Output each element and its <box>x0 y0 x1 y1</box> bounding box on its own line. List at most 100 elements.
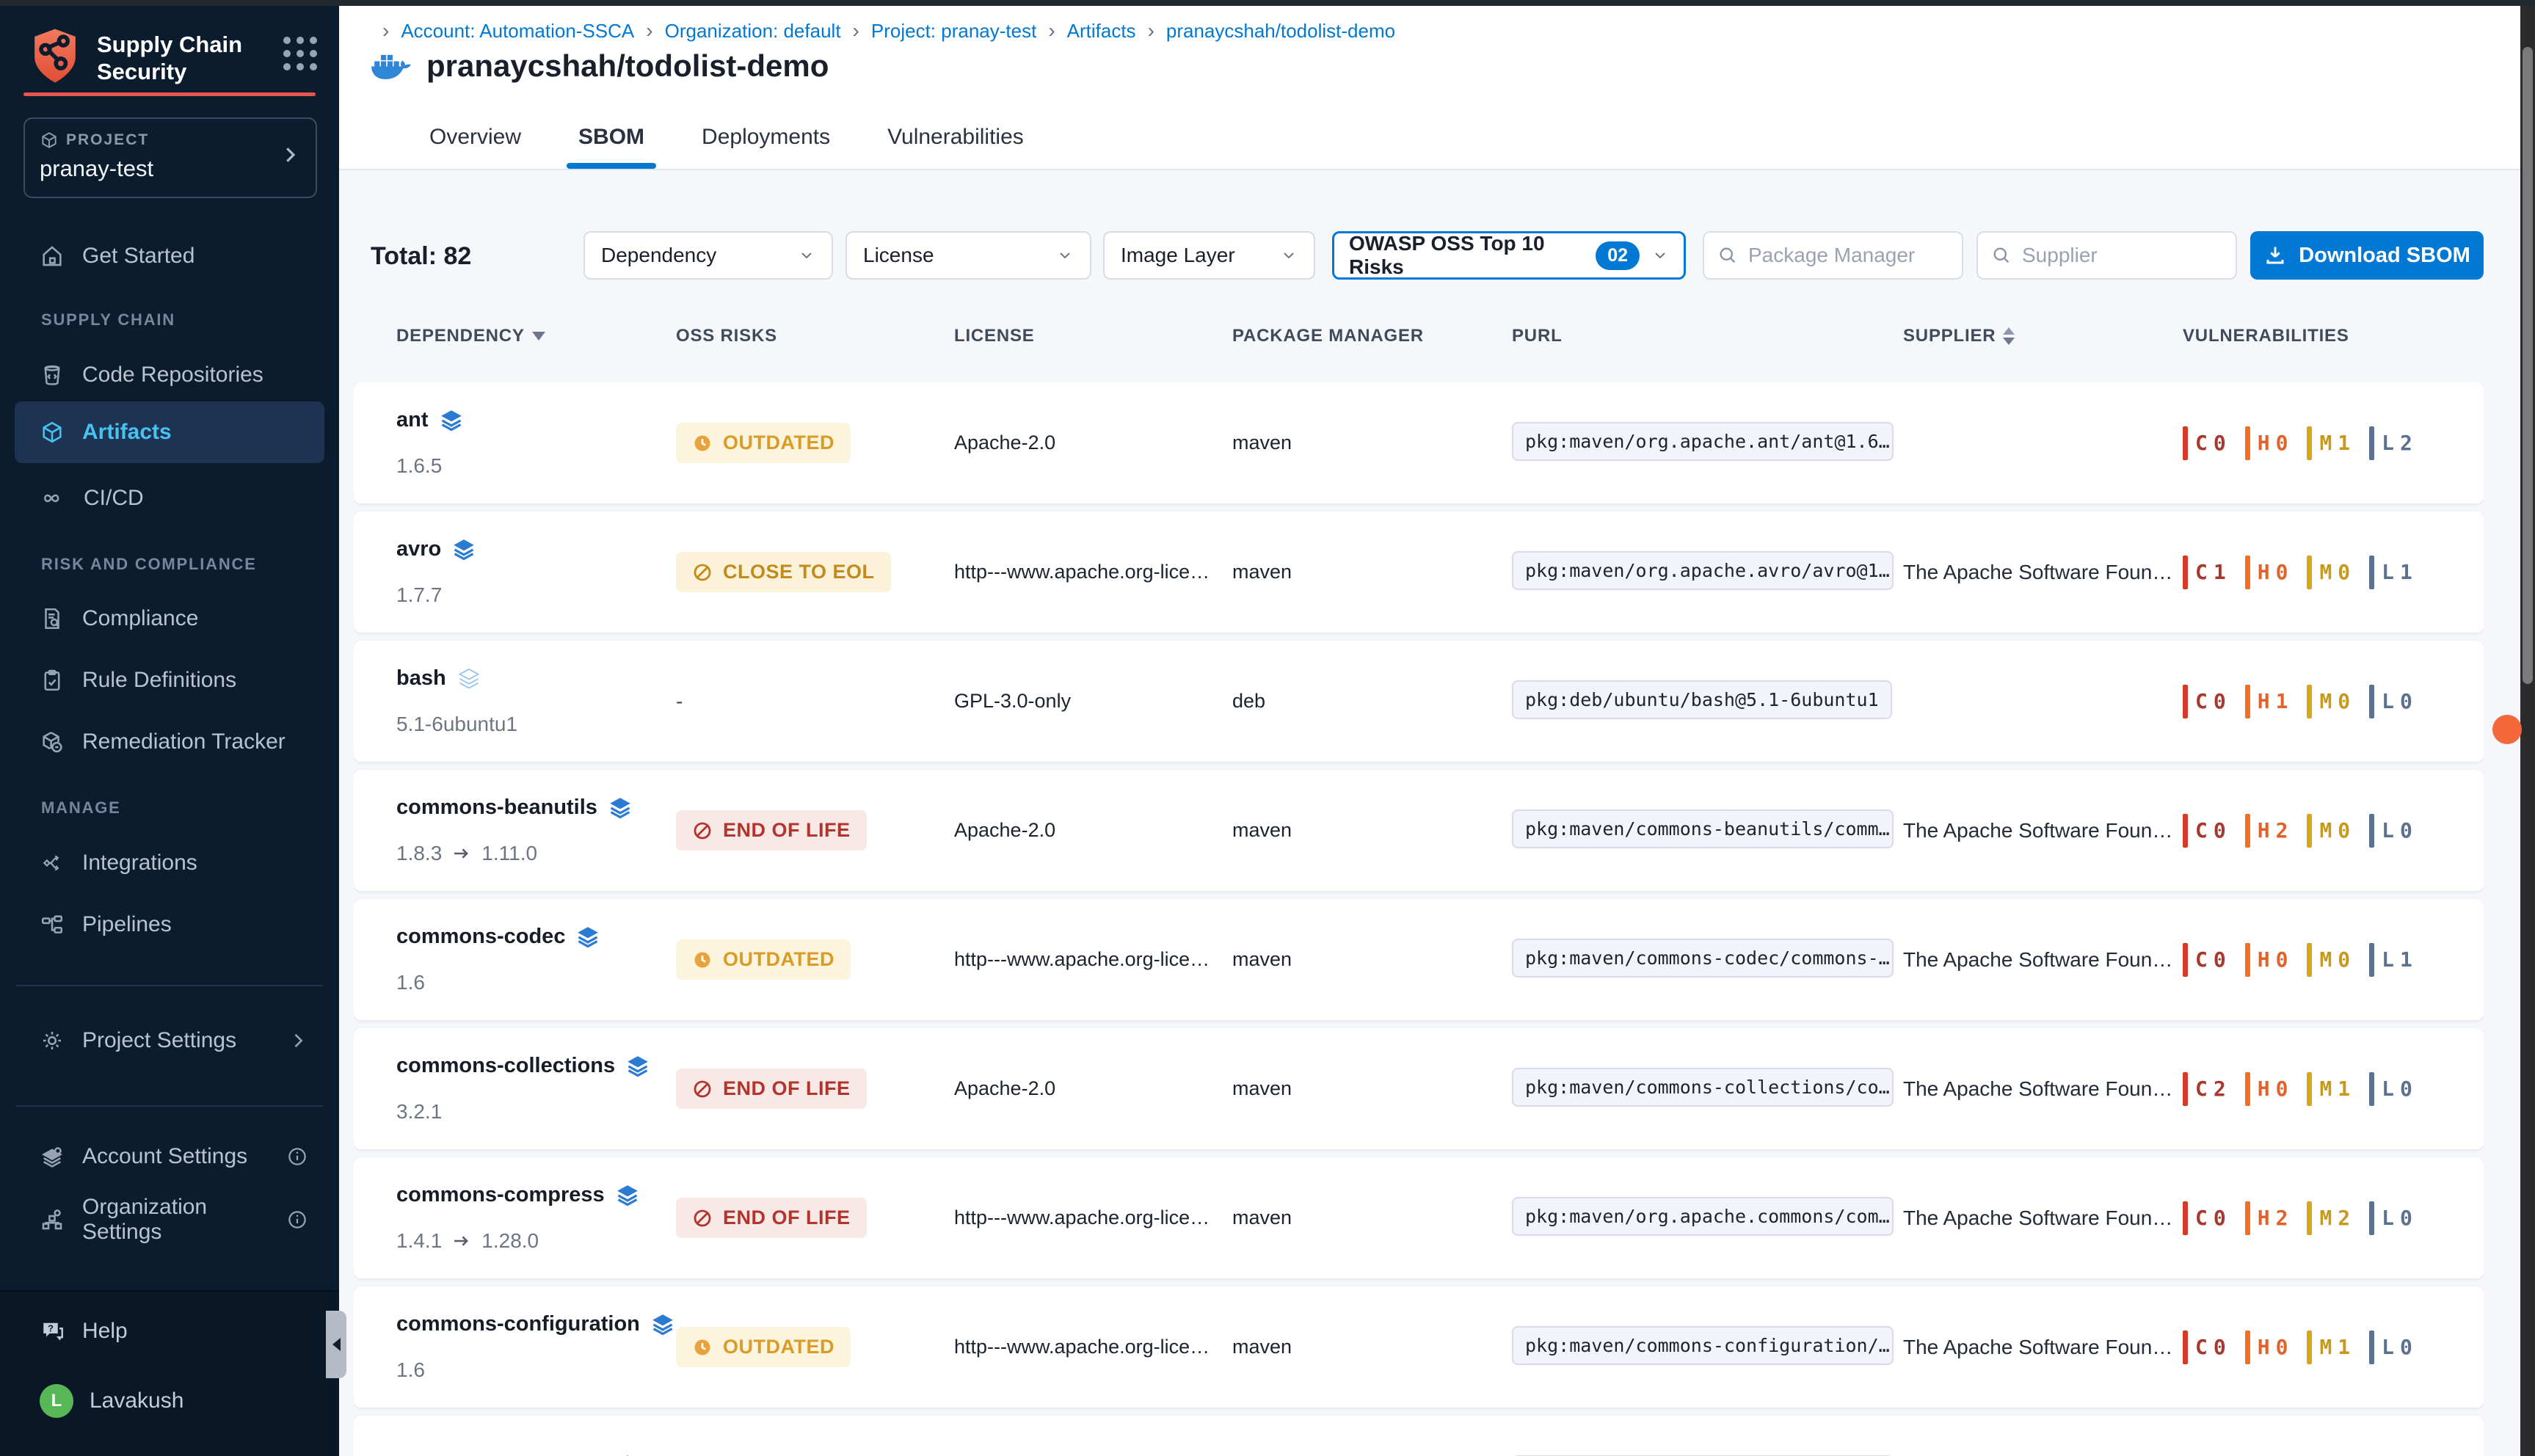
table-row[interactable]: commons-collections 3.2.1 END OF LIFE <box>354 1028 2484 1149</box>
oss-risk-cell: OUTDATED OUTDATED <box>676 939 954 980</box>
table-row[interactable]: commons-codec 1.6 OUTDATED O <box>354 899 2484 1020</box>
license-cell: GPL-3.0-only <box>954 690 1232 713</box>
sidebar-item-label: Compliance <box>82 606 198 631</box>
tab[interactable]: Overview <box>422 125 528 169</box>
sidebar-collapse-handle[interactable] <box>326 1311 346 1378</box>
purl-cell: pkg:maven/commons-configuration/… <box>1512 1326 1903 1369</box>
purl-chip[interactable]: pkg:maven/org.apache.avro/avro@1… <box>1512 551 1894 590</box>
clipboard-check-icon <box>40 668 65 693</box>
table-row[interactable]: avro 1.7.7 CLOSE TO EOL CLOS <box>354 512 2484 633</box>
sidebar-item-organization-settings[interactable]: Organization Settings <box>15 1197 324 1242</box>
dependency-version: 1.4.1 <box>396 1229 442 1253</box>
info-icon[interactable] <box>286 1146 308 1168</box>
purl-chip[interactable]: pkg:maven/commons-collections/co… <box>1512 1068 1894 1107</box>
supplier-cell: The Apache Software Foun… <box>1903 1336 2183 1359</box>
vulnerability-count-medium: M2 <box>2307 1201 2350 1235</box>
info-icon[interactable] <box>286 1209 308 1231</box>
license-cell: http---www.apache.org-lice… <box>954 948 1232 971</box>
tab[interactable]: Vulnerabilities <box>880 125 1031 169</box>
table-row[interactable]: commons-beanutils 1.8.3 1.11.0 END OF LI… <box>354 770 2484 891</box>
download-sbom-button[interactable]: Download SBOM <box>2250 231 2484 280</box>
total-count: Total: 82 <box>371 242 471 271</box>
sidebar-item-integrations[interactable]: Integrations <box>15 840 324 886</box>
pipelines-icon <box>40 912 65 937</box>
column-header-supplier[interactable]: SUPPLIER <box>1903 326 2183 346</box>
table-row[interactable]: commons-fileupload END OF LIFE <box>354 1416 2484 1456</box>
slash-circle-icon <box>692 562 713 583</box>
vulnerability-count-low: L0 <box>2369 1072 2412 1106</box>
sidebar-item-rule-definitions[interactable]: Rule Definitions <box>15 658 324 703</box>
vulnerability-count-high: H0 <box>2245 1331 2288 1364</box>
package-manager-cell: maven <box>1232 1206 1512 1229</box>
vulnerability-count-low: L0 <box>2369 685 2412 718</box>
purl-chip[interactable]: pkg:maven/org.apache.ant/ant@1.6… <box>1512 422 1894 461</box>
filter-dropdown[interactable]: License <box>845 231 1091 280</box>
search-icon <box>1991 245 2012 266</box>
purl-chip[interactable]: pkg:maven/commons-configuration/… <box>1512 1326 1894 1365</box>
filter-dropdown-label: License <box>863 244 934 267</box>
project-name: pranay-test <box>40 156 301 182</box>
package-manager-input[interactable] <box>1748 244 1939 267</box>
package-manager-cell: deb <box>1232 690 1512 713</box>
sidebar-item-artifacts[interactable]: Artifacts <box>15 401 324 463</box>
help-button[interactable]: ? Help <box>40 1318 128 1344</box>
purl-chip[interactable]: pkg:maven/org.apache.commons/com… <box>1512 1197 1894 1236</box>
purl-chip[interactable]: pkg:maven/commons-codec/commons-… <box>1512 939 1894 978</box>
purl-chip[interactable]: pkg:deb/ubuntu/bash@5.1-6ubuntu1 <box>1512 680 1892 719</box>
project-selector[interactable]: PROJECT pranay-test <box>23 117 317 198</box>
package-manager-cell: maven <box>1232 948 1512 971</box>
supplier-input[interactable] <box>2022 244 2213 267</box>
owasp-risks-dropdown[interactable]: OWASP OSS Top 10 Risks 02 <box>1332 231 1686 280</box>
user-name: Lavakush <box>90 1388 183 1413</box>
sidebar-item-project-settings[interactable]: Project Settings <box>15 1018 324 1063</box>
tab[interactable]: Deployments <box>694 125 837 169</box>
breadcrumb-link[interactable]: pranaycshah/todolist-demo <box>1166 20 1395 43</box>
sidebar-item-compliance[interactable]: Compliance <box>15 596 324 641</box>
breadcrumb-link[interactable]: Organization: default <box>665 20 841 43</box>
vulnerability-count-high: H0 <box>2245 426 2288 460</box>
breadcrumb-separator-icon: › <box>371 19 401 43</box>
tab[interactable]: SBOM <box>571 125 652 169</box>
table-row[interactable]: commons-compress 1.4.1 1.28.0 END OF LIF… <box>354 1157 2484 1278</box>
sidebar-item-get-started[interactable]: Get Started <box>15 233 324 279</box>
dependency-name: commons-compress <box>396 1183 605 1207</box>
breadcrumb-link[interactable]: Account: Automation-SSCA <box>401 20 634 43</box>
filter-dropdown[interactable]: Image Layer <box>1103 231 1315 280</box>
license-cell: Apache-2.0 <box>954 1077 1232 1100</box>
vulnerability-count-medium: M1 <box>2307 1072 2350 1106</box>
sidebar-item-cicd[interactable]: CI/CD <box>15 476 324 521</box>
table-row[interactable]: bash 5.1-6ubuntu1 - - <box>354 641 2484 762</box>
oss-risk-label: END OF LIFE <box>723 1206 851 1229</box>
breadcrumb-link[interactable]: Project: pranay-test <box>871 20 1036 43</box>
table-row[interactable]: ant 1.6.5 OUTDATED OUTDATED <box>354 382 2484 503</box>
filter-dropdown-label: Image Layer <box>1121 244 1235 267</box>
page-scrollbar-thumb[interactable] <box>2523 47 2533 684</box>
column-header-dependency[interactable]: DEPENDENCY <box>396 326 676 346</box>
column-header-oss-risks: OSS RISKS <box>676 326 954 346</box>
purl-cell: pkg:maven/org.apache.ant/ant@1.6… <box>1512 422 1903 465</box>
breadcrumb-link[interactable]: Artifacts <box>1067 20 1136 43</box>
user-menu[interactable]: L Lavakush <box>40 1384 183 1418</box>
sidebar-item-account-settings[interactable]: Account Settings <box>15 1134 324 1179</box>
purl-cell: pkg:maven/commons-codec/commons-… <box>1512 939 1903 981</box>
sidebar-item-code-repositories[interactable]: Code Repositories <box>15 352 324 398</box>
dependency-version: 1.6 <box>396 971 425 994</box>
layers-icon <box>609 797 631 819</box>
notification-dot[interactable] <box>2492 715 2522 744</box>
dependency-version: 5.1-6ubuntu1 <box>396 713 517 736</box>
vulnerability-count-high: H2 <box>2245 1201 2288 1235</box>
filter-dropdown[interactable]: Dependency <box>583 231 833 280</box>
organization-settings-icon <box>40 1207 65 1232</box>
module-grid-icon[interactable] <box>283 37 317 70</box>
breadcrumb: ›Account: Automation-SSCA ›Organization:… <box>371 19 1395 43</box>
page-scrollbar-track[interactable] <box>2520 0 2535 1456</box>
purl-cell: pkg:maven/commons-collections/co… <box>1512 1068 1903 1110</box>
table-row[interactable]: commons-configuration 1.6 OUTDATED <box>354 1286 2484 1408</box>
sidebar-item-remediation-tracker[interactable]: Remediation Tracker <box>15 719 324 765</box>
sidebar-item-label: Rule Definitions <box>82 668 236 693</box>
dependency-name: commons-codec <box>396 925 565 949</box>
purl-chip[interactable]: pkg:maven/commons-beanutils/comm… <box>1512 809 1894 848</box>
breadcrumb-separator-icon: › <box>634 19 664 43</box>
vulnerability-count-low: L0 <box>2369 1201 2412 1235</box>
sidebar-item-pipelines[interactable]: Pipelines <box>15 902 324 947</box>
